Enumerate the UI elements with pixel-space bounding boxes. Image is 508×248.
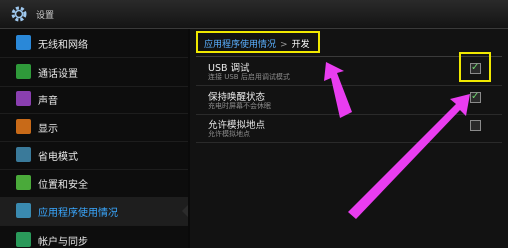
annotation-arrows	[324, 62, 470, 219]
arrow-to-stay-awake-checkbox	[348, 94, 470, 219]
settings-screen: 设置 无线和网络 通话设置 声音 显示 省电模式 位置和安全 应用程序使用情况 …	[0, 0, 508, 248]
arrow-to-usb-debugging	[324, 62, 352, 118]
